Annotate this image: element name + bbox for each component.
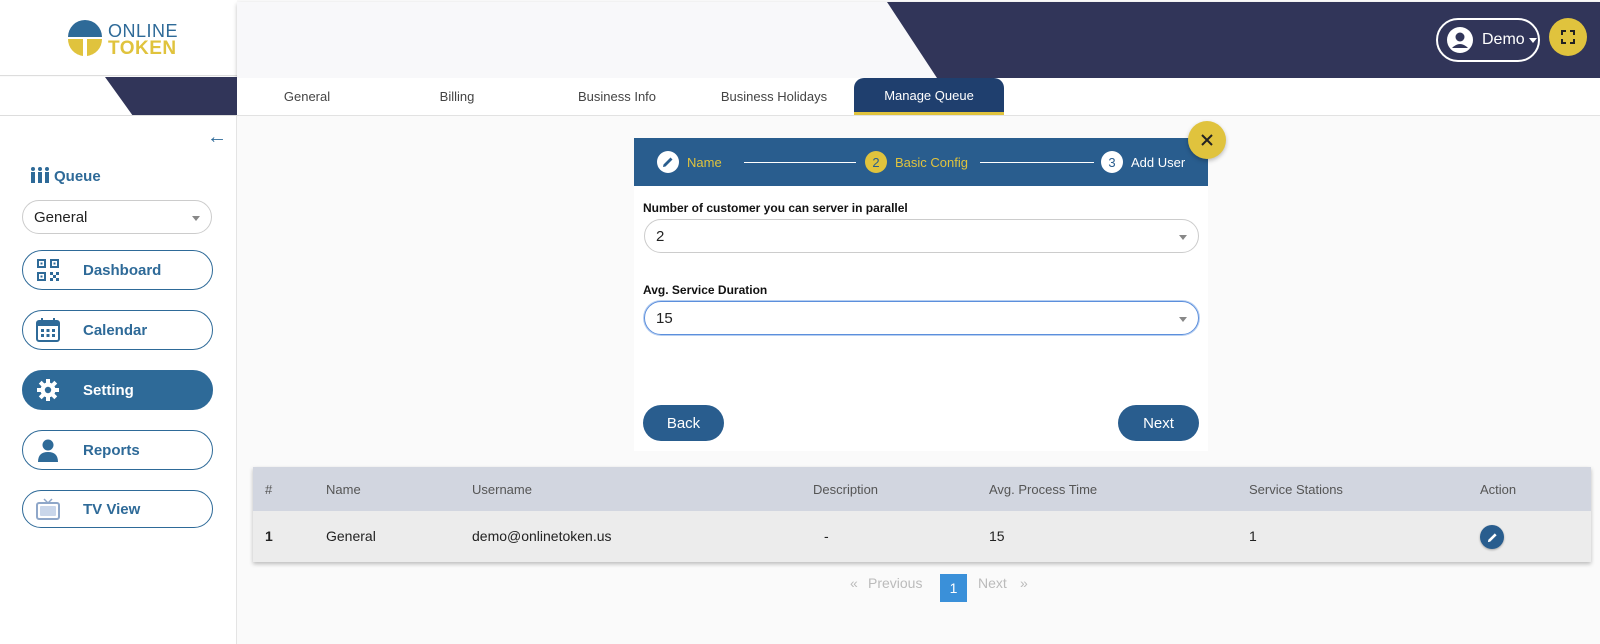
queue-heading: Queue bbox=[29, 166, 101, 186]
chevron-down-icon bbox=[192, 216, 200, 221]
people-icon bbox=[31, 167, 49, 183]
queue-select[interactable]: General bbox=[22, 200, 212, 234]
nav-calendar[interactable]: Calendar bbox=[22, 310, 213, 350]
step-name-label: Name bbox=[687, 154, 722, 170]
cell-number: 1 bbox=[265, 528, 273, 544]
gear-icon bbox=[33, 378, 63, 402]
collapse-sidebar-icon[interactable]: ← bbox=[207, 126, 227, 149]
nav-calendar-label: Calendar bbox=[83, 321, 148, 339]
nav-tv-view-label: TV View bbox=[83, 500, 141, 518]
wizard-form: Number of customer you can server in par… bbox=[634, 186, 1208, 451]
chevron-down-icon bbox=[1179, 235, 1187, 240]
step-basic-config-label: Basic Config bbox=[895, 154, 968, 170]
nav-reports[interactable]: Reports bbox=[22, 430, 213, 470]
calendar-icon bbox=[33, 317, 63, 343]
close-icon bbox=[1201, 134, 1213, 146]
fullscreen-icon bbox=[1561, 30, 1575, 44]
step-basic-config: 2 Basic Config bbox=[865, 151, 968, 173]
user-avatar-icon bbox=[1447, 27, 1473, 53]
tab-manage-queue[interactable]: Manage Queue bbox=[854, 78, 1004, 115]
duration-label: Avg. Service Duration bbox=[643, 283, 768, 297]
queue-label: Queue bbox=[54, 167, 101, 185]
step-name: Name bbox=[657, 151, 722, 173]
chevron-down-icon bbox=[1528, 37, 1537, 43]
nav-setting-label: Setting bbox=[83, 381, 134, 399]
logo-mark-icon bbox=[67, 20, 103, 56]
col-action: Action bbox=[1480, 482, 1517, 497]
tv-icon bbox=[33, 497, 63, 521]
nav-dashboard-label: Dashboard bbox=[83, 261, 162, 279]
subbar-accent bbox=[105, 77, 237, 115]
user-menu-button[interactable]: Demo bbox=[1436, 18, 1540, 62]
step-connector bbox=[744, 162, 856, 163]
back-button[interactable]: Back bbox=[643, 405, 724, 441]
duration-select-value: 15 bbox=[656, 309, 673, 327]
pagination-first-glyph: « bbox=[850, 575, 858, 591]
cell-avg-process-time: 15 bbox=[989, 528, 1005, 544]
tab-general[interactable]: General bbox=[257, 78, 357, 114]
tab-billing[interactable]: Billing bbox=[407, 78, 507, 114]
fullscreen-button[interactable] bbox=[1549, 18, 1587, 56]
step-add-user: 3 Add User bbox=[1101, 151, 1185, 173]
cell-service-stations: 1 bbox=[1249, 528, 1257, 544]
subbar-left bbox=[0, 77, 237, 116]
parallel-select-value: 2 bbox=[656, 227, 665, 245]
pencil-icon bbox=[657, 151, 679, 173]
logo-area: ONLINE TOKEN bbox=[0, 0, 237, 76]
nav-dashboard[interactable]: Dashboard bbox=[22, 250, 213, 290]
nav-tv-view[interactable]: TV View bbox=[22, 490, 213, 528]
top-bar bbox=[237, 2, 1600, 78]
qr-code-icon bbox=[33, 258, 63, 282]
queue-table: # Name Username Description Avg. Process… bbox=[253, 467, 1591, 562]
duration-select[interactable]: 15 bbox=[644, 301, 1199, 335]
wizard-stepper: Name 2 Basic Config 3 Add User bbox=[634, 138, 1208, 186]
step-add-user-label: Add User bbox=[1131, 154, 1186, 170]
edit-queue-button[interactable] bbox=[1480, 525, 1504, 549]
close-wizard-button[interactable] bbox=[1188, 121, 1226, 159]
parallel-select[interactable]: 2 bbox=[644, 219, 1199, 253]
step-basic-config-number: 2 bbox=[865, 151, 887, 173]
sidebar: ← Queue General Dashboard Calendar Setti… bbox=[0, 116, 237, 644]
col-number: # bbox=[265, 482, 273, 497]
table-row: 1 General demo@onlinetoken.us - 15 1 bbox=[253, 511, 1591, 562]
table-header: # Name Username Description Avg. Process… bbox=[253, 467, 1591, 511]
pagination-previous[interactable]: Previous bbox=[868, 575, 922, 591]
queue-select-value: General bbox=[34, 208, 88, 226]
pagination-next[interactable]: Next bbox=[978, 575, 1007, 591]
nav-reports-label: Reports bbox=[83, 441, 140, 459]
nav-setting[interactable]: Setting bbox=[22, 370, 213, 410]
brand-line2: TOKEN bbox=[108, 38, 177, 59]
col-avg-process-time: Avg. Process Time bbox=[989, 482, 1098, 497]
pencil-icon bbox=[1487, 532, 1497, 542]
next-button[interactable]: Next bbox=[1118, 405, 1199, 441]
chevron-down-icon bbox=[1179, 317, 1187, 322]
user-name: Demo bbox=[1482, 31, 1525, 48]
col-service-stations: Service Stations bbox=[1249, 482, 1343, 497]
step-add-user-number: 3 bbox=[1101, 151, 1123, 173]
tab-business-holidays[interactable]: Business Holidays bbox=[699, 78, 849, 114]
tab-business-info[interactable]: Business Info bbox=[552, 78, 682, 114]
col-username: Username bbox=[472, 482, 532, 497]
parallel-label: Number of customer you can server in par… bbox=[643, 201, 908, 215]
settings-tabs: General Billing Business Info Business H… bbox=[237, 78, 1600, 116]
pagination-current-page[interactable]: 1 bbox=[940, 574, 967, 602]
cell-description: - bbox=[824, 528, 829, 544]
col-name: Name bbox=[326, 482, 361, 497]
brand-logo[interactable]: ONLINE TOKEN bbox=[66, 18, 178, 60]
col-description: Description bbox=[813, 482, 879, 497]
cell-name: General bbox=[326, 528, 376, 544]
step-connector bbox=[980, 162, 1094, 163]
person-icon bbox=[33, 438, 63, 462]
pagination-last-glyph: » bbox=[1020, 575, 1028, 591]
cell-username: demo@onlinetoken.us bbox=[472, 528, 612, 544]
